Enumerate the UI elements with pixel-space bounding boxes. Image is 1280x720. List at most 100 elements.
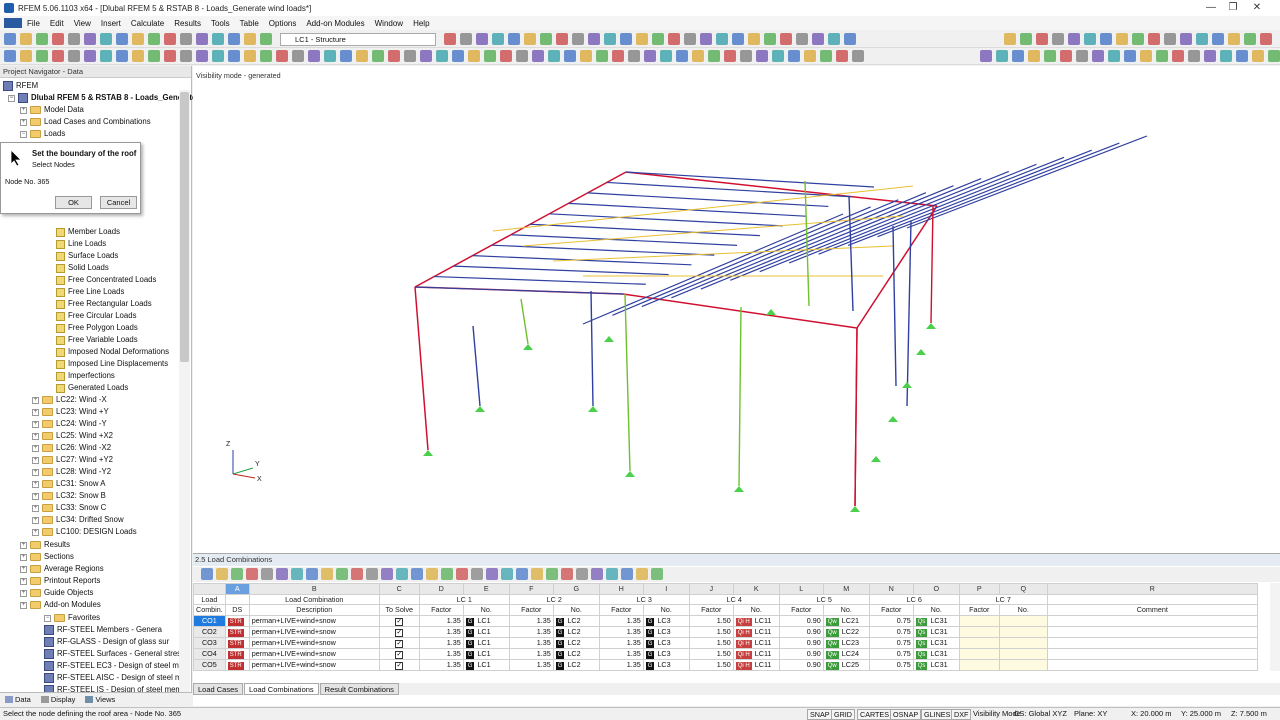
toolbar-button-icon[interactable] [36,33,48,45]
toolbar-button-icon[interactable] [580,50,592,62]
factor-cell[interactable]: 1.50 [688,658,734,671]
column-member[interactable] [624,293,631,472]
tree-item-module[interactable]: RF-GLASS - Design of glass sur [57,636,169,648]
column-member[interactable] [414,286,429,451]
expand-icon[interactable]: + [32,504,39,512]
roof-rafter[interactable] [434,275,646,285]
toolbar-button-icon[interactable] [716,33,728,45]
menu-tools[interactable]: Tools [206,19,235,28]
toolbar-button-icon[interactable] [844,33,856,45]
table-toolbar-icon[interactable] [216,568,228,580]
toolbar-button-icon[interactable] [1004,33,1016,45]
tree-item-load-type[interactable]: Imposed Line Displacements [68,358,168,370]
factor-cell[interactable]: 0.75 [868,658,914,671]
toolbar-button-icon[interactable] [1020,33,1032,45]
roof-rafter[interactable] [818,156,1065,255]
toolbar-button-icon[interactable] [820,50,832,62]
roof-rafter[interactable] [847,149,1092,247]
factor-cell[interactable]: 0.90 [778,658,824,671]
toolbar-button-icon[interactable] [132,33,144,45]
menu-calculate[interactable]: Calculate [126,19,169,28]
tree-item-load-type[interactable]: Line Loads [68,238,106,250]
table-toolbar-icon[interactable] [411,568,423,580]
toolbar-button-icon[interactable] [452,50,464,62]
toolbar-button-icon[interactable] [180,33,192,45]
expand-icon[interactable]: + [20,601,27,609]
factor-cell[interactable]: 1.35 [418,636,464,649]
factor-cell[interactable]: 1.35 [418,614,464,627]
toolbar-button-icon[interactable] [476,33,488,45]
table-toolbar-icon[interactable] [246,568,258,580]
toolbar-button-icon[interactable] [180,50,192,62]
collapse-icon[interactable]: − [8,94,15,102]
roof-rafter[interactable] [453,265,669,276]
factor-cell[interactable]: 1.35 [598,614,644,627]
to-solve-cell[interactable]: ✓ [378,625,420,638]
lc-cell[interactable]: Qi H LC11 [732,647,780,660]
toolbar-button-icon[interactable] [508,33,520,45]
toolbar-button-icon[interactable] [260,33,272,45]
table-toolbar-icon[interactable] [651,568,663,580]
navigator-scrollbar[interactable] [179,90,190,702]
toolbar-button-icon[interactable] [460,33,472,45]
toolbar-button-icon[interactable] [244,33,256,45]
table-toolbar-icon[interactable] [306,568,318,580]
factor-cell[interactable]: 1.50 [688,614,734,627]
toolbar-button-icon[interactable] [644,50,656,62]
toolbar-button-icon[interactable] [372,50,384,62]
tree-item-load-type[interactable]: Member Loads [68,226,120,238]
menu-file[interactable]: File [22,19,45,28]
expand-icon[interactable]: + [20,565,27,573]
toolbar-button-icon[interactable] [260,50,272,62]
lc-cell[interactable]: Qw LC23 [822,636,870,649]
toolbar-button-icon[interactable] [556,33,568,45]
factor-cell[interactable]: 1.35 [418,658,464,671]
combination-id[interactable]: CO4 [193,647,226,660]
column-letter[interactable]: I [642,583,690,595]
column-member[interactable] [590,290,594,407]
factor-cell[interactable]: 1.50 [688,647,734,660]
factor-cell[interactable]: 1.35 [508,614,554,627]
rafter-member[interactable] [622,293,858,329]
to-solve-cell[interactable]: ✓ [378,614,420,627]
eave-member[interactable] [625,171,938,207]
toolbar-button-icon[interactable] [356,50,368,62]
expand-icon[interactable]: + [32,444,39,452]
lc-cell[interactable]: Qw LC22 [822,625,870,638]
support-icon[interactable] [850,506,860,512]
tree-item-load-case[interactable]: LC23: Wind +Y [56,406,109,418]
toolbar-button-icon[interactable] [148,50,160,62]
tab-load-cases[interactable]: Load Cases [193,683,244,695]
toolbar-button-icon[interactable] [1252,50,1264,62]
description-cell[interactable]: perman+LIVE+wind+snow [248,647,380,660]
tree-root[interactable]: RFEM [16,80,38,92]
tree-item-load-type[interactable]: Free Polygon Loads [68,322,138,334]
roof-rafter[interactable] [549,213,783,227]
lc-cell[interactable] [998,614,1048,627]
toolbar-button-icon[interactable] [1044,50,1056,62]
toolbar-button-icon[interactable] [1100,33,1112,45]
checkbox-icon[interactable]: ✓ [395,639,404,648]
roof-rafter[interactable] [788,163,1037,264]
toolbar-button-icon[interactable] [524,33,536,45]
tree-item-section[interactable]: Add-on Modules [44,599,101,611]
load-case-select[interactable]: LC1 - Structure [280,33,436,46]
tree-item-favorites[interactable]: Favorites [68,612,100,624]
toolbar-button-icon[interactable] [540,33,552,45]
tree-project[interactable]: Dlubal RFEM 5 & RSTAB 8 - Loads_Generate [31,92,196,104]
toolbar-button-icon[interactable] [756,50,768,62]
tree-item-load-case[interactable]: LC100: DESIGN Loads [56,526,137,538]
lc-cell[interactable]: G LC3 [642,647,690,660]
factor-cell[interactable]: 1.35 [508,647,554,660]
toolbar-button-icon[interactable] [1156,50,1168,62]
support-icon[interactable] [888,416,898,422]
to-solve-cell[interactable]: ✓ [378,647,420,660]
expand-icon[interactable]: + [20,106,27,114]
toolbar-button-icon[interactable] [636,33,648,45]
support-icon[interactable] [588,406,598,412]
x-axis-icon[interactable] [232,473,256,479]
tree-item-load-type[interactable]: Solid Loads [68,262,109,274]
menu-edit[interactable]: Edit [45,19,69,28]
roof-rafter[interactable] [625,171,875,188]
expand-icon[interactable]: + [20,541,27,549]
